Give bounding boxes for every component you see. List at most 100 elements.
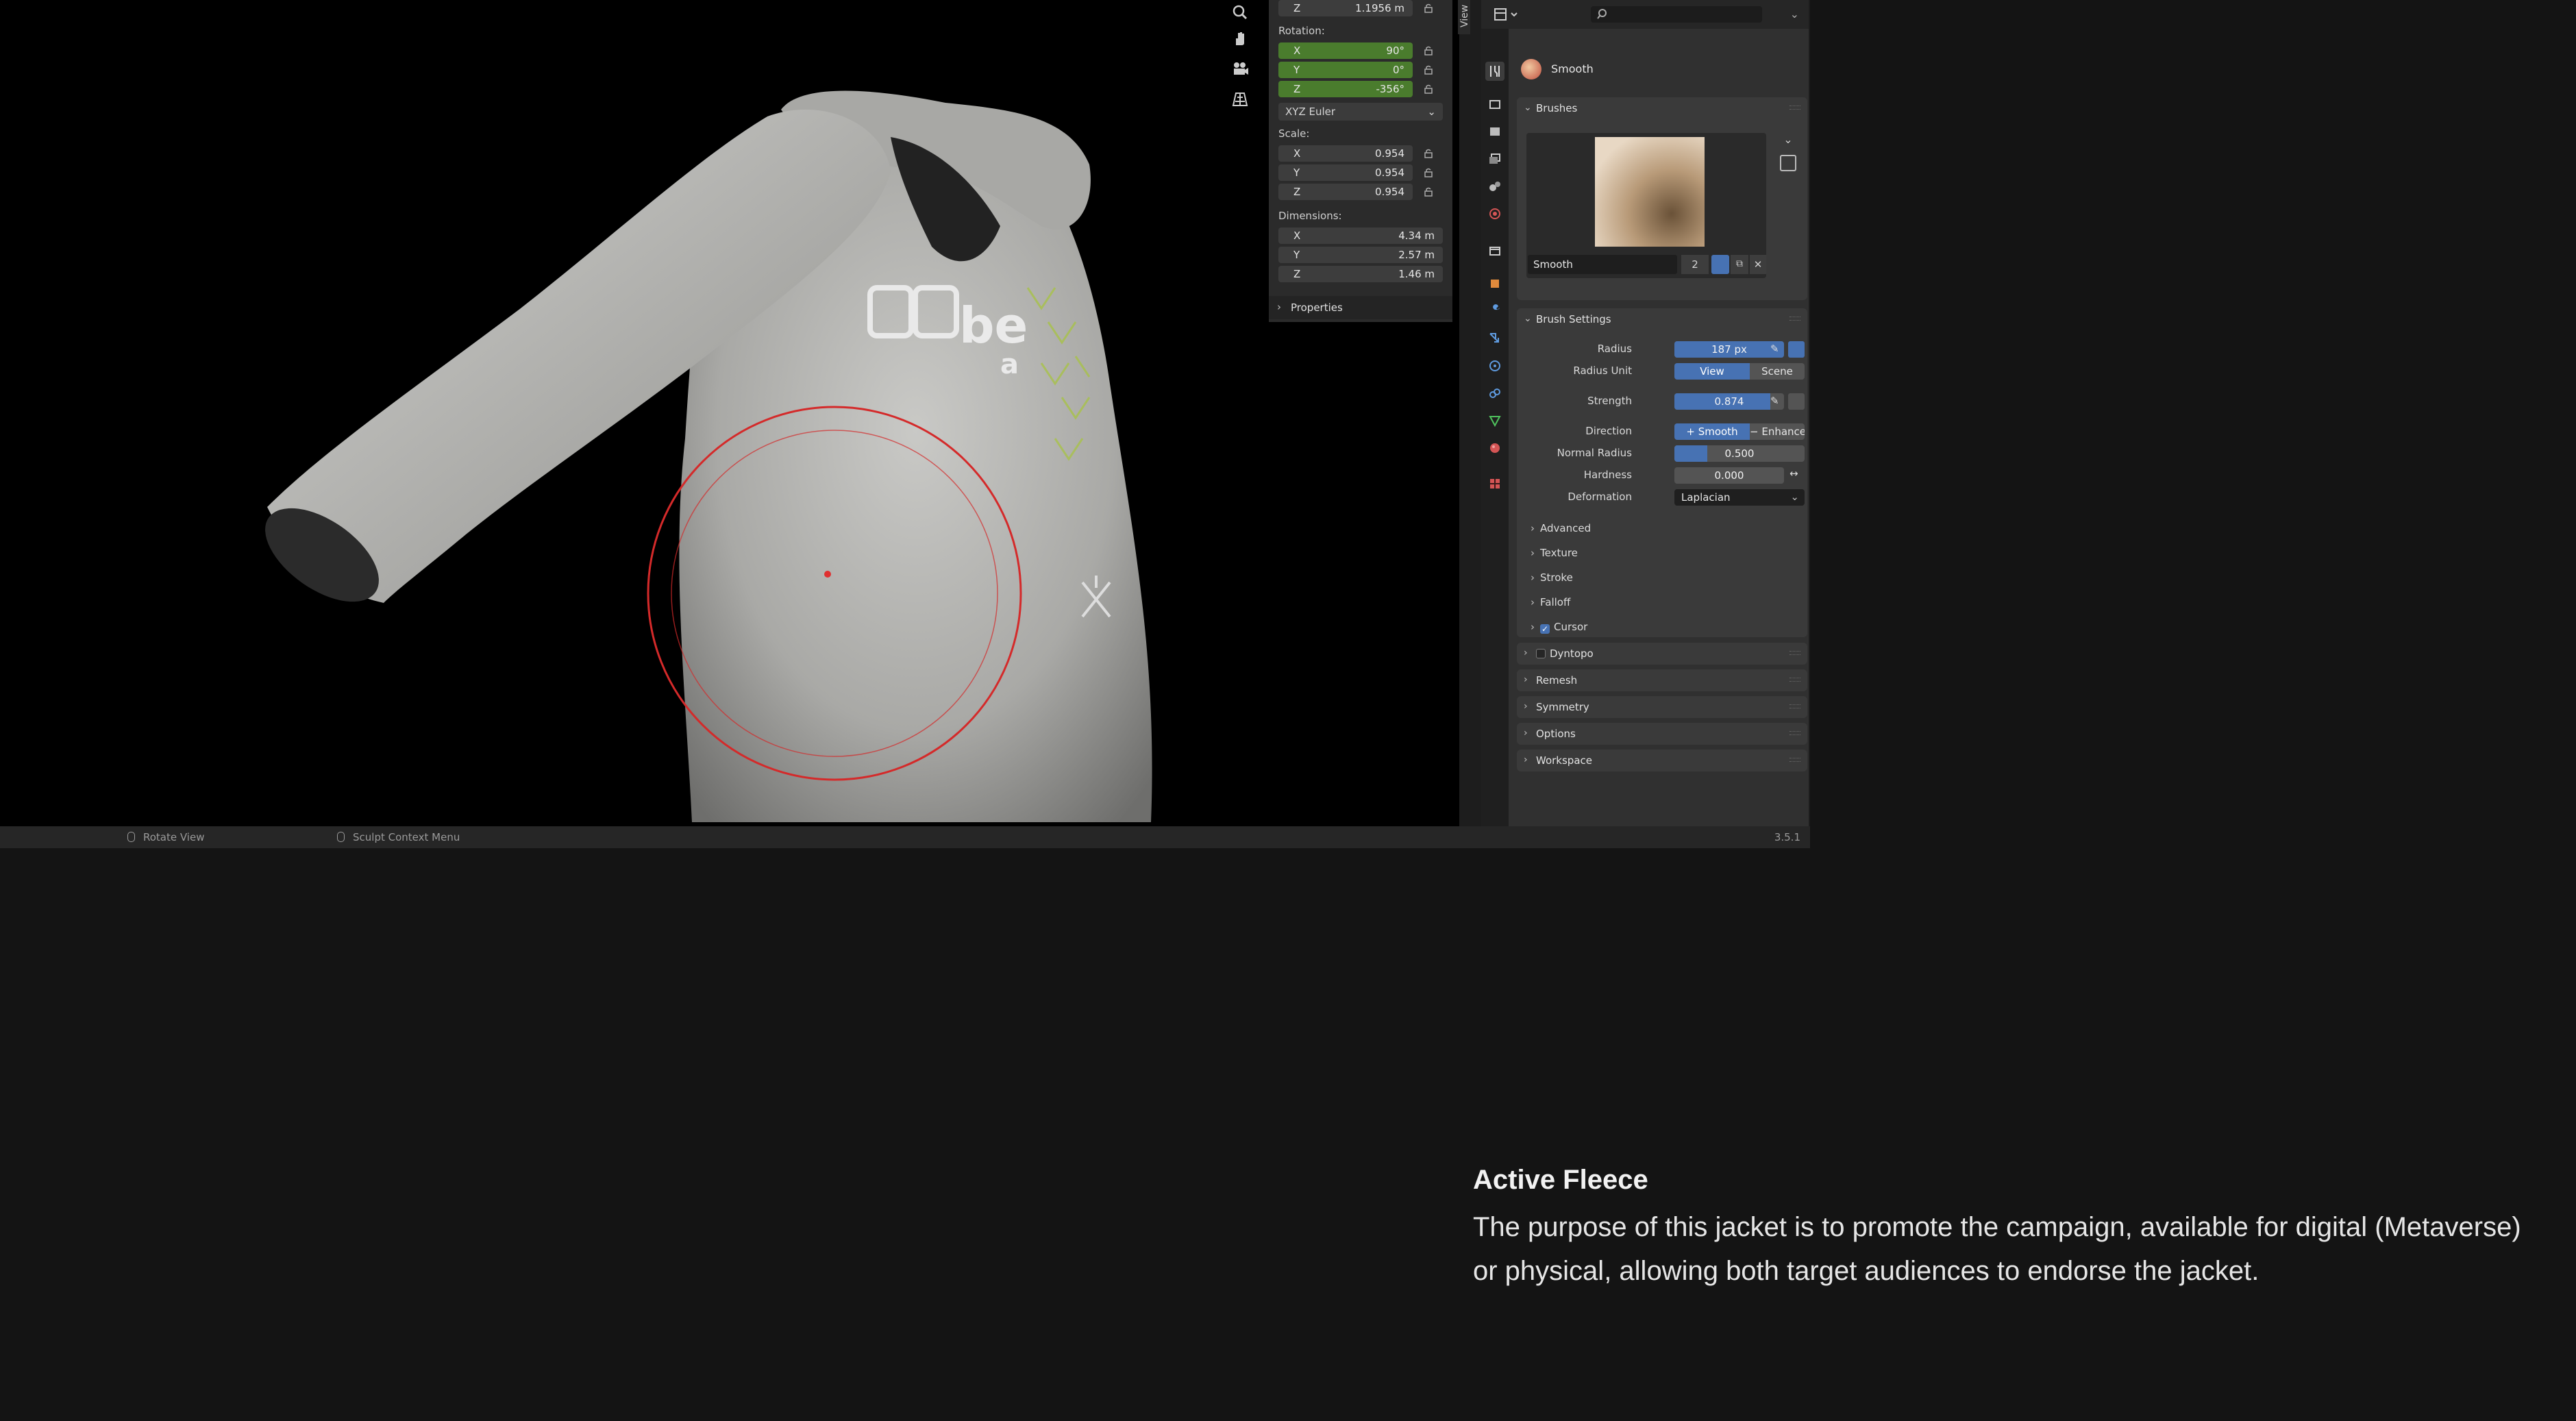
dimensions-z-field[interactable]: Z 1.46 m <box>1278 266 1443 282</box>
radius-unit-scene[interactable]: Scene <box>1750 363 1805 380</box>
properties-tab-bar <box>1481 29 1509 826</box>
scale-z-field[interactable]: Z 0.954 <box>1278 184 1413 200</box>
render-tab-icon[interactable] <box>1485 95 1504 114</box>
lock-icon[interactable] <box>1421 82 1436 97</box>
lock-icon[interactable] <box>1421 165 1436 180</box>
3d-viewport[interactable]: be a Z 1.1956 m Rotation: X 90° Y 0° Z -… <box>0 0 1459 826</box>
radius-slider[interactable]: 187 px <box>1674 341 1784 358</box>
lock-icon[interactable] <box>1421 184 1436 199</box>
radius-unit-view[interactable]: View <box>1674 363 1750 380</box>
editor-type-icon[interactable] <box>1494 7 1521 22</box>
chevron-right-icon: › <box>1524 647 1528 658</box>
normal-radius-slider[interactable]: 0.500 <box>1674 445 1805 462</box>
image-icon[interactable] <box>1780 155 1796 171</box>
fake-user-shield-icon[interactable] <box>1711 255 1729 274</box>
lock-icon[interactable] <box>1421 43 1436 58</box>
tool-tab-icon[interactable] <box>1485 62 1504 81</box>
falloff-subpanel[interactable]: › Falloff <box>1531 596 1570 608</box>
properties-subpanel-header[interactable]: › Properties <box>1269 296 1452 319</box>
drag-grip-icon[interactable] <box>1789 758 1800 762</box>
drag-grip-icon[interactable] <box>1789 651 1800 655</box>
zoom-icon[interactable] <box>1226 0 1254 25</box>
rotation-x-field[interactable]: X 90° <box>1278 42 1413 59</box>
caption-block: Active Fleece The purpose of this jacket… <box>1473 1165 2542 1293</box>
search-icon <box>1597 9 1607 19</box>
direction-smooth[interactable]: + Smooth <box>1674 423 1750 440</box>
brush-thumbnail[interactable] <box>1595 137 1705 247</box>
physics-tab-icon[interactable] <box>1485 356 1504 375</box>
output-tab-icon[interactable] <box>1485 122 1504 141</box>
pen-icon[interactable]: ✎ <box>1770 343 1779 355</box>
brush-name-field[interactable]: Smooth <box>1528 255 1677 274</box>
search-input[interactable] <box>1591 6 1762 23</box>
material-tab-icon[interactable] <box>1485 438 1504 458</box>
workspace-header[interactable]: › Workspace <box>1517 750 1807 771</box>
pan-hand-icon[interactable] <box>1226 26 1254 51</box>
location-z-field[interactable]: Z 1.1956 m <box>1278 0 1413 16</box>
remesh-header[interactable]: › Remesh <box>1517 669 1807 691</box>
chevron-right-icon: › <box>1524 754 1528 765</box>
pressure-toggle-icon[interactable] <box>1788 341 1805 358</box>
modifier-wrench-icon[interactable] <box>1485 301 1504 321</box>
camera-view-icon[interactable] <box>1226 56 1254 81</box>
lock-icon[interactable] <box>1421 62 1436 77</box>
brushes-panel-header[interactable]: ⌄ Brushes <box>1517 97 1807 119</box>
collection-tab-icon[interactable] <box>1485 241 1504 260</box>
dimensions-x-field[interactable]: X 4.34 m <box>1278 227 1443 244</box>
drag-grip-icon[interactable] <box>1789 106 1800 110</box>
duplicate-icon[interactable]: ⧉ <box>1731 255 1748 274</box>
invert-arrows-icon[interactable]: ↔ <box>1789 467 1798 480</box>
options-chevron-icon[interactable]: ⌄ <box>1790 8 1799 21</box>
normal-radius-label: Normal Radius <box>1557 447 1632 459</box>
brush-settings-header[interactable]: ⌄ Brush Settings <box>1517 308 1807 330</box>
strength-slider[interactable]: 0.874 <box>1674 393 1784 410</box>
chevron-down-icon[interactable]: ⌄ <box>1780 133 1796 149</box>
pressure-toggle-icon[interactable] <box>1788 393 1805 410</box>
hardness-slider[interactable]: 0.000 <box>1674 467 1784 484</box>
mouse-right-icon <box>337 832 345 842</box>
rotation-z-field[interactable]: Z -356° <box>1278 81 1413 97</box>
symmetry-header[interactable]: › Symmetry <box>1517 696 1807 718</box>
chevron-right-icon: › <box>1524 701 1528 712</box>
brush-preview-box[interactable]: Smooth 2 ⧉ ✕ <box>1526 133 1766 278</box>
scale-label: Scale: <box>1278 127 1310 140</box>
dyntopo-checkbox[interactable] <box>1536 649 1546 658</box>
object-tab-icon[interactable] <box>1485 274 1504 293</box>
data-tab-icon[interactable] <box>1485 411 1504 430</box>
lock-icon[interactable] <box>1421 1 1436 16</box>
sidebar-transform-panel: Z 1.1956 m Rotation: X 90° Y 0° Z -356° XYZ … <box>1269 0 1452 322</box>
particles-tab-icon[interactable] <box>1485 329 1504 348</box>
perspective-grid-icon[interactable] <box>1226 86 1254 111</box>
scale-x-field[interactable]: X 0.954 <box>1278 145 1413 162</box>
tab-view[interactable]: View <box>1458 0 1470 34</box>
drag-grip-icon[interactable] <box>1789 704 1800 708</box>
dimensions-y-field[interactable]: Y 2.57 m <box>1278 247 1443 263</box>
stroke-subpanel[interactable]: › Stroke <box>1531 571 1573 584</box>
texture-tab-icon[interactable] <box>1485 474 1504 493</box>
cursor-checkbox[interactable]: ✓ <box>1540 624 1550 634</box>
scale-y-field[interactable]: Y 0.954 <box>1278 164 1413 181</box>
cursor-subpanel[interactable]: › ✓ Cursor <box>1531 621 1587 634</box>
view-layer-tab-icon[interactable] <box>1485 149 1504 169</box>
direction-enhance[interactable]: − Enhance ... <box>1750 423 1805 440</box>
pen-icon[interactable]: ✎ <box>1770 395 1779 407</box>
drag-grip-icon[interactable] <box>1789 317 1800 321</box>
drag-grip-icon[interactable] <box>1789 678 1800 682</box>
brush-users-count[interactable]: 2 <box>1681 255 1709 274</box>
texture-subpanel[interactable]: › Texture <box>1531 547 1578 559</box>
tool-name: Smooth <box>1551 62 1594 75</box>
rotation-y-field[interactable]: Y 0° <box>1278 62 1413 78</box>
scene-tab-icon[interactable] <box>1485 177 1504 196</box>
chevron-down-icon: ⌄ <box>1790 491 1799 503</box>
dyntopo-header[interactable]: › Dyntopo <box>1517 643 1807 665</box>
drag-grip-icon[interactable] <box>1789 731 1800 735</box>
world-tab-icon[interactable] <box>1485 204 1504 223</box>
version-label: 3.5.1 <box>1774 831 1800 843</box>
advanced-subpanel[interactable]: › Advanced <box>1531 522 1591 534</box>
rotation-mode-select[interactable]: XYZ Euler ⌄ <box>1278 103 1443 121</box>
constraints-tab-icon[interactable] <box>1485 384 1504 403</box>
lock-icon[interactable] <box>1421 146 1436 161</box>
options-header[interactable]: › Options <box>1517 723 1807 745</box>
close-icon[interactable]: ✕ <box>1750 255 1766 274</box>
deformation-select[interactable]: Laplacian ⌄ <box>1674 489 1805 506</box>
